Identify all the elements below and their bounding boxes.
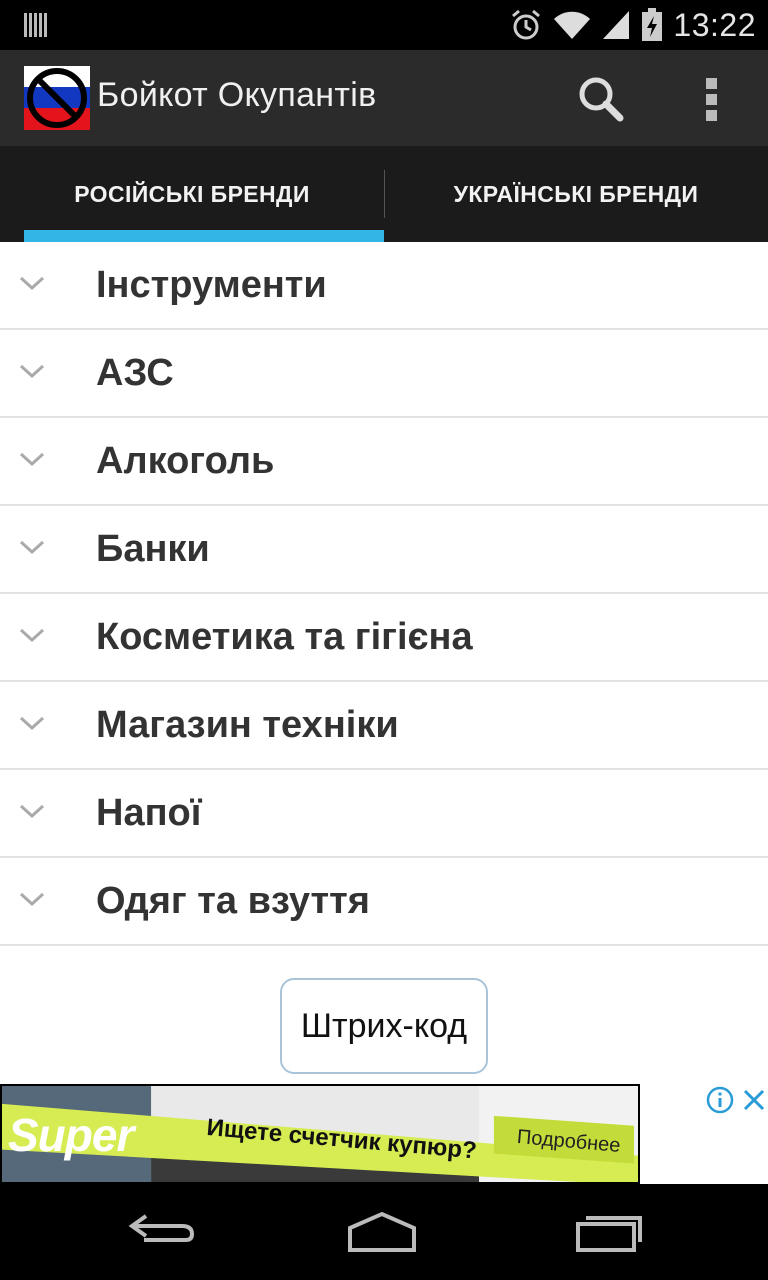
chevron-down-icon <box>19 892 45 907</box>
category-item[interactable]: Інструменти <box>0 242 768 330</box>
barcode-button[interactable]: Штрих-код <box>280 978 488 1074</box>
chevron-down-icon <box>19 452 45 467</box>
selected-tab-indicator <box>24 230 384 242</box>
barcode-notification-icon <box>24 13 47 37</box>
back-icon[interactable] <box>124 1210 196 1254</box>
status-icons: 13:22 <box>509 0 756 50</box>
category-label: Напої <box>96 792 202 834</box>
category-item[interactable]: Напої <box>0 770 768 858</box>
category-item[interactable]: Косметика та гігієна <box>0 594 768 682</box>
app-title: Бойкот Окупантів <box>97 76 377 114</box>
status-time: 13:22 <box>673 6 756 43</box>
action-bar: Бойкот Окупантів <box>0 50 768 146</box>
ad-close-icon[interactable] <box>740 1086 768 1114</box>
chevron-down-icon <box>19 716 45 731</box>
category-label: Банки <box>96 528 210 570</box>
tab-ukrainian-brands[interactable]: УКРАЇНСЬКІ БРЕНДИ <box>384 146 768 242</box>
category-label: Інструменти <box>96 264 327 306</box>
ad-banner[interactable]: Super Ищете счетчик купюр? Подробнее <box>0 1084 640 1184</box>
category-item[interactable]: АЗС <box>0 330 768 418</box>
chevron-down-icon <box>19 364 45 379</box>
category-item[interactable]: Магазин техніки <box>0 682 768 770</box>
tab-russian-brands[interactable]: РОСІЙСЬКІ БРЕНДИ <box>0 146 384 242</box>
navigation-bar <box>0 1184 768 1280</box>
category-label: Косметика та гігієна <box>96 616 473 658</box>
search-icon[interactable] <box>572 70 628 126</box>
chevron-down-icon <box>19 804 45 819</box>
category-label: Алкоголь <box>96 440 275 482</box>
chevron-down-icon <box>19 540 45 555</box>
recents-icon[interactable] <box>572 1210 644 1254</box>
tab-bar: РОСІЙСЬКІ БРЕНДИ УКРАЇНСЬКІ БРЕНДИ <box>0 146 768 242</box>
wifi-icon <box>554 11 591 39</box>
category-label: Магазин техніки <box>96 704 399 746</box>
chevron-down-icon <box>19 628 45 643</box>
category-item[interactable]: Алкоголь <box>0 418 768 506</box>
app-logo-icon <box>24 66 90 130</box>
alarm-icon <box>512 9 541 40</box>
screen: 13:22 Бойкот Окупантів РОСІЙСЬКІ БРЕНДИ … <box>0 0 768 1280</box>
ad-brand: Super <box>8 1109 134 1161</box>
signal-icon <box>603 11 630 39</box>
overflow-menu-icon[interactable] <box>690 70 734 126</box>
category-label: АЗС <box>96 352 174 394</box>
category-item[interactable]: Банки <box>0 506 768 594</box>
ad-info-icon[interactable] <box>706 1086 734 1114</box>
category-item[interactable]: Одяг та взуття <box>0 858 768 946</box>
battery-charging-icon <box>642 8 663 41</box>
chevron-down-icon <box>19 276 45 291</box>
home-icon[interactable] <box>346 1210 418 1254</box>
category-list: Інструменти АЗС Алкоголь Банки Косметика… <box>0 242 768 946</box>
status-bar: 13:22 <box>0 0 768 50</box>
category-label: Одяг та взуття <box>96 880 370 922</box>
